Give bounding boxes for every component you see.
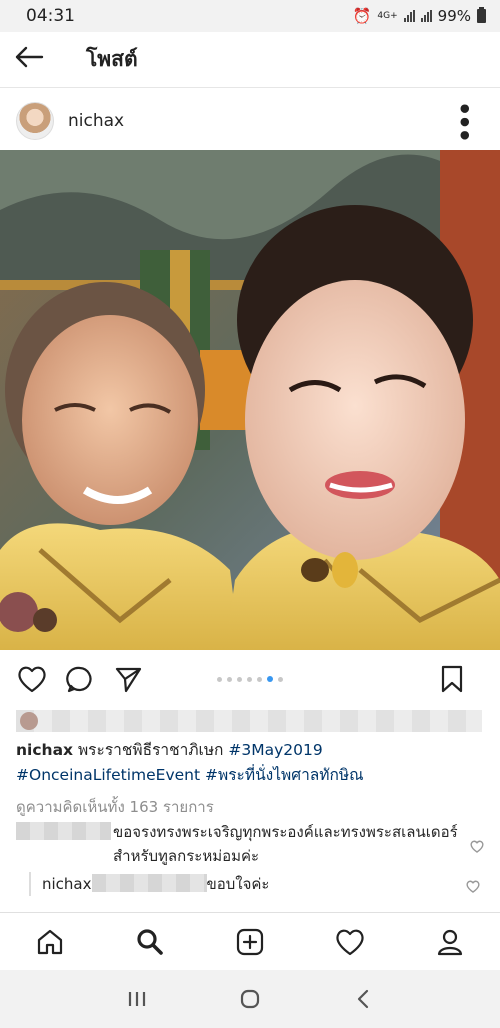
bookmark-icon — [441, 665, 463, 693]
system-nav-bar — [0, 970, 500, 1028]
view-all-comments-link[interactable]: ดูความคิดเห็นทั้ง 163 รายการ — [16, 795, 214, 819]
avatar[interactable] — [16, 102, 54, 140]
battery-percent: 99% — [437, 7, 471, 25]
save-button[interactable] — [436, 663, 468, 695]
back-chevron-icon — [358, 989, 369, 1009]
alarm-icon: ⏰ — [352, 7, 372, 25]
comment-icon — [66, 666, 92, 693]
tab-profile[interactable] — [430, 922, 470, 962]
heart-small-icon — [470, 840, 484, 853]
post-actions — [0, 656, 500, 702]
app-header: โพสต์ — [0, 32, 500, 88]
tab-activity[interactable] — [330, 922, 370, 962]
home-icon — [37, 929, 63, 954]
reply-item: nichax ขอบใจค่ะ — [42, 872, 486, 896]
more-options-icon[interactable]: ••• — [450, 101, 478, 141]
heart-small-icon — [466, 880, 480, 893]
likes-redacted — [16, 710, 482, 732]
reply-username[interactable]: nichax — [42, 875, 92, 893]
heart-icon — [336, 929, 364, 955]
carousel-dot — [278, 676, 283, 682]
arrow-left-icon — [15, 46, 44, 67]
recent-apps-icon — [128, 992, 145, 1006]
carousel-dot — [237, 676, 242, 682]
comment-like-button[interactable] — [470, 836, 484, 860]
hashtag[interactable]: #3May2019 — [228, 741, 322, 759]
liker-avatar — [20, 712, 38, 730]
page-title: โพสต์ — [86, 47, 138, 71]
back-button[interactable] — [14, 45, 54, 75]
home-circle-icon — [240, 989, 260, 1009]
reply-like-button[interactable] — [466, 876, 480, 900]
status-bar: 04:31 ⏰ 4G+ 99% — [0, 0, 500, 32]
signal-icon — [403, 10, 415, 22]
comment-item: ขอจรงทรงพระเจริญทุกพระองค์และทรงพระสเลนเ… — [16, 820, 486, 868]
profile-icon — [437, 929, 463, 955]
status-time: 04:31 — [26, 6, 75, 26]
send-icon — [115, 667, 142, 693]
hashtag[interactable]: #OnceinaLifetimeEvent — [16, 766, 200, 784]
reply-indent — [29, 872, 31, 896]
back-nav-button[interactable] — [343, 979, 383, 1019]
signal-icon-2 — [420, 10, 432, 22]
comment-button[interactable] — [64, 663, 96, 695]
post-photo[interactable] — [0, 150, 500, 650]
reply-name-redacted — [91, 874, 207, 892]
like-button[interactable] — [16, 663, 48, 695]
carousel-indicator — [217, 676, 283, 682]
battery-icon — [477, 7, 486, 23]
heart-outline-icon — [18, 666, 46, 693]
post-caption: nichax พระราชพิธีราชาภิเษก #3May2019 #On… — [16, 738, 486, 788]
commenter-name-redacted — [16, 822, 111, 840]
caption-text: พระราชพิธีราชาภิเษก — [77, 741, 224, 759]
network-type: 4G+ — [377, 10, 398, 21]
post-username[interactable]: nichax — [68, 111, 124, 131]
add-post-icon — [236, 928, 264, 955]
tab-new-post[interactable] — [230, 922, 270, 962]
hashtag[interactable]: #พระที่นั่งไพศาลทักษิณ — [205, 766, 364, 784]
carousel-dot — [217, 676, 222, 682]
carousel-dot — [257, 676, 262, 682]
tab-search[interactable] — [130, 922, 170, 962]
tab-home[interactable] — [30, 922, 70, 962]
carousel-dot — [247, 676, 252, 682]
share-button[interactable] — [112, 663, 144, 695]
bottom-tab-bar — [0, 912, 500, 970]
carousel-dot — [227, 676, 232, 682]
carousel-dot-active — [267, 676, 273, 682]
status-icons: ⏰ 4G+ 99% — [353, 7, 486, 25]
recent-apps-button[interactable] — [117, 979, 157, 1019]
post-header: nichax ••• — [0, 96, 500, 146]
comment-text: ขอจรงทรงพระเจริญทุกพระองค์และทรงพระสเลนเ… — [113, 823, 458, 865]
reply-text: ขอบใจค่ะ — [206, 875, 270, 893]
search-icon — [137, 928, 163, 955]
caption-username[interactable]: nichax — [16, 741, 73, 759]
home-nav-button[interactable] — [230, 979, 270, 1019]
post-image — [0, 150, 500, 650]
